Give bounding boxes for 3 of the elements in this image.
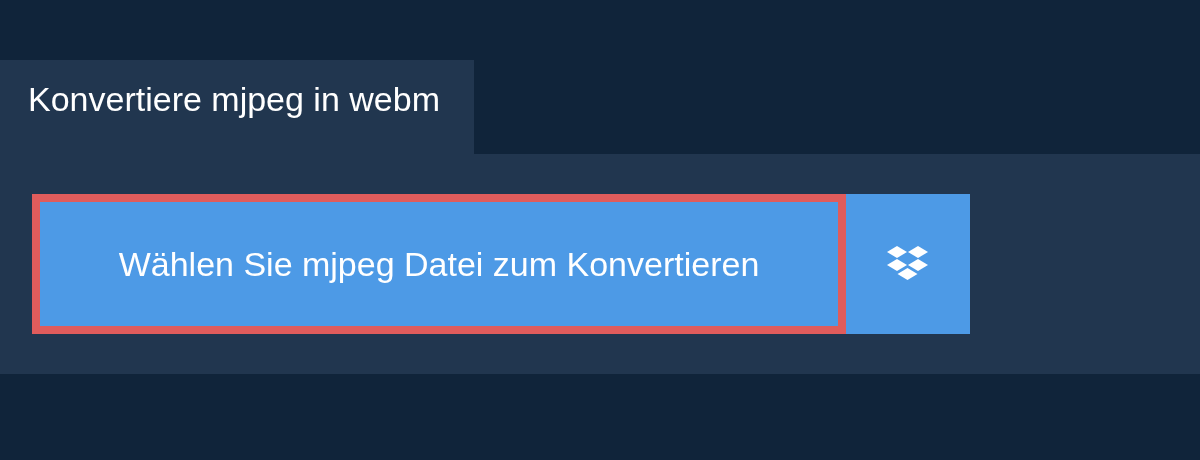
dropbox-icon bbox=[887, 246, 929, 282]
dropbox-button[interactable] bbox=[846, 194, 970, 334]
choose-file-button[interactable]: Wählen Sie mjpeg Datei zum Konvertieren bbox=[32, 194, 846, 334]
